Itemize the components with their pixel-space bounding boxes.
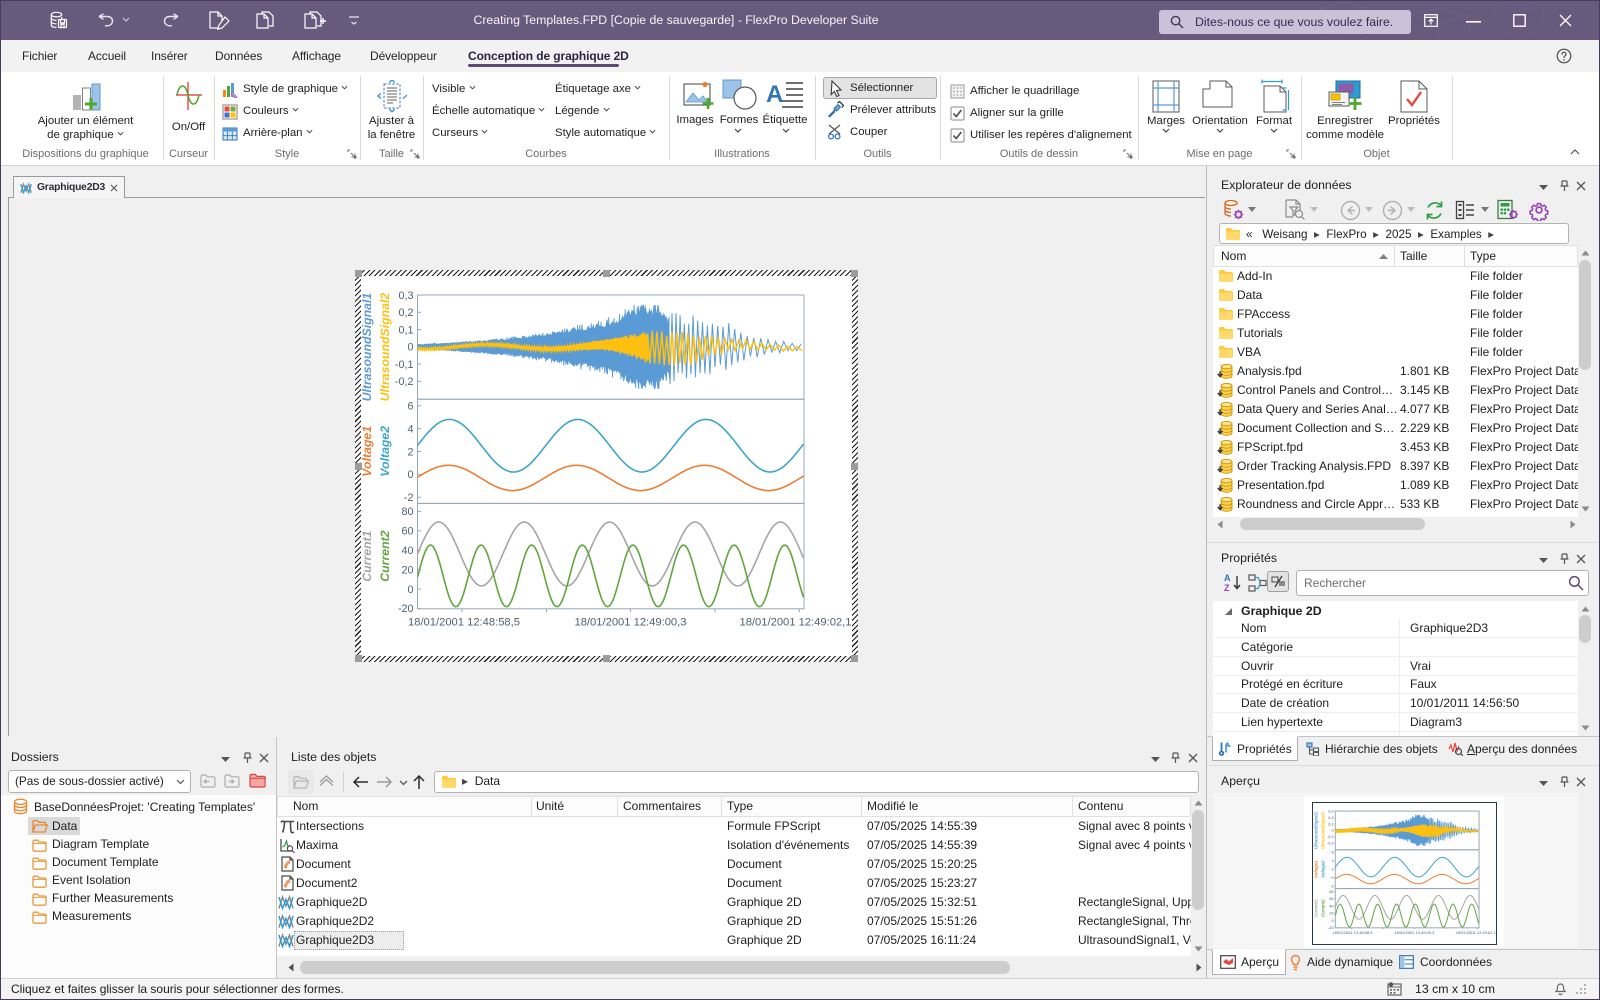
svg-text:Current2: Current2	[378, 530, 392, 581]
svg-text:-0,1: -0,1	[395, 359, 414, 371]
svg-text:0,1: 0,1	[398, 324, 413, 336]
svg-text:40: 40	[401, 545, 413, 557]
svg-text:0: 0	[1332, 828, 1335, 833]
svg-text:6: 6	[407, 401, 413, 413]
svg-text:18/01/2001 12:49:00,3: 18/01/2001 12:49:00,3	[1394, 930, 1435, 935]
svg-text:0: 0	[407, 469, 413, 481]
svg-text:Voltage1: Voltage1	[361, 426, 374, 477]
svg-text:A: A	[1224, 573, 1231, 583]
svg-text:UltrasoundSignal2: UltrasoundSignal2	[1320, 811, 1325, 849]
svg-text:UltrasoundSignal2: UltrasoundSignal2	[378, 293, 392, 402]
svg-text:18/01/2001 12:49:02,1: 18/01/2001 12:49:02,1	[1456, 930, 1497, 935]
svg-text:0: 0	[407, 342, 413, 354]
svg-text:Voltage1: Voltage1	[1314, 860, 1319, 878]
svg-text:18/01/2001 12:48:58,5: 18/01/2001 12:48:58,5	[1333, 930, 1374, 935]
svg-text:60: 60	[401, 526, 413, 538]
svg-text:0,3: 0,3	[1328, 808, 1334, 813]
svg-text:-20: -20	[398, 603, 414, 615]
svg-text:-0,1: -0,1	[1327, 834, 1335, 839]
svg-text:0,2: 0,2	[398, 307, 413, 319]
svg-text:0: 0	[1332, 875, 1335, 880]
svg-text:40: 40	[1329, 903, 1334, 908]
svg-text:-0,2: -0,2	[395, 376, 414, 388]
svg-text:-0,2: -0,2	[1327, 841, 1335, 846]
svg-text:80: 80	[1329, 889, 1334, 894]
svg-text:UltrasoundSignal1: UltrasoundSignal1	[1314, 811, 1319, 849]
svg-text:18/01/2001 12:49:02,1: 18/01/2001 12:49:02,1	[740, 616, 852, 628]
svg-text:-2: -2	[404, 492, 414, 504]
svg-text:0,1: 0,1	[1328, 821, 1334, 826]
svg-text:80: 80	[401, 506, 413, 518]
svg-text:Current1: Current1	[1314, 899, 1319, 917]
svg-text:18/01/2001 12:49:00,3: 18/01/2001 12:49:00,3	[575, 616, 687, 628]
svg-text:-2: -2	[1330, 884, 1334, 889]
svg-text:Voltage2: Voltage2	[1320, 860, 1325, 878]
svg-text:20: 20	[401, 564, 413, 576]
svg-text:6: 6	[1332, 850, 1335, 855]
svg-text:Current1: Current1	[361, 530, 374, 581]
svg-text:60: 60	[1329, 896, 1334, 901]
svg-text:UltrasoundSignal1: UltrasoundSignal1	[361, 293, 374, 402]
svg-text:4: 4	[407, 423, 413, 435]
svg-text:A: A	[766, 81, 783, 108]
svg-text:Voltage2: Voltage2	[378, 426, 392, 477]
svg-text:2: 2	[1332, 867, 1335, 872]
svg-text:Z: Z	[1224, 583, 1230, 593]
svg-text:20: 20	[1329, 911, 1334, 916]
svg-text:Current2: Current2	[1320, 899, 1325, 917]
svg-text:0: 0	[407, 584, 413, 596]
svg-text:0,2: 0,2	[1328, 815, 1334, 820]
svg-text:0: 0	[1332, 918, 1335, 923]
svg-text:0,3: 0,3	[398, 290, 413, 302]
svg-text:4: 4	[1332, 858, 1335, 863]
svg-text:18/01/2001 12:48:58,5: 18/01/2001 12:48:58,5	[408, 616, 520, 628]
svg-text:2: 2	[407, 446, 413, 458]
